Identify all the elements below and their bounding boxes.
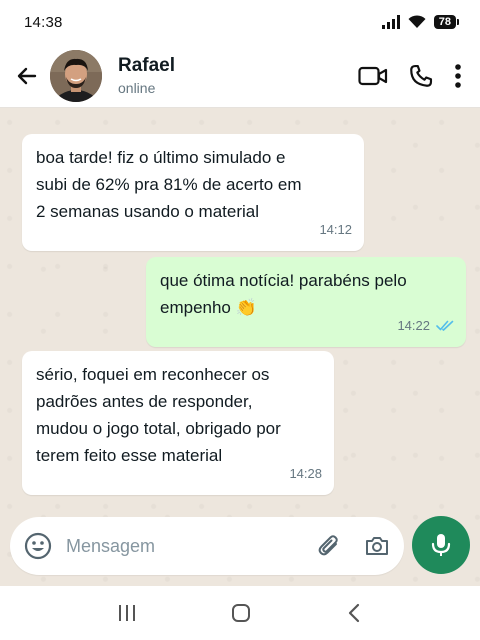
- message-time: 14:12: [319, 222, 352, 237]
- voice-message-button[interactable]: [412, 516, 470, 574]
- message-bubble-incoming[interactable]: sério, foquei em reconhecer os padrões a…: [22, 351, 334, 495]
- chat-header: Rafael online: [0, 44, 480, 108]
- home-button[interactable]: [230, 602, 252, 624]
- contact-info[interactable]: Rafael online: [118, 55, 175, 96]
- wifi-icon: [408, 15, 426, 28]
- recent-apps-icon: [119, 605, 135, 621]
- message-time: 14:22: [397, 318, 430, 333]
- chevron-left-icon: [348, 603, 360, 623]
- message-meta: 14:28: [289, 460, 322, 487]
- message-text: boa tarde! fiz o último simulado e subi …: [36, 148, 302, 221]
- camera-icon: [366, 537, 388, 555]
- back-button[interactable]: [4, 44, 50, 108]
- avatar[interactable]: [50, 49, 102, 102]
- emoji-icon: [24, 532, 52, 560]
- chat-area[interactable]: boa tarde! fiz o último simulado e subi …: [0, 108, 480, 586]
- message-meta: 14:12: [319, 216, 352, 243]
- status-time: 14:38: [24, 13, 63, 31]
- emoji-button[interactable]: [24, 532, 52, 560]
- message-bubble-incoming[interactable]: boa tarde! fiz o último simulado e subi …: [22, 134, 364, 251]
- message-meta: 14:22: [397, 312, 454, 339]
- signal-icon: [381, 15, 400, 29]
- camera-button[interactable]: [364, 534, 390, 558]
- status-icons: 78: [381, 15, 460, 29]
- contact-name: Rafael: [118, 55, 176, 76]
- recent-apps-button[interactable]: [116, 603, 138, 623]
- message-input[interactable]: [66, 535, 316, 557]
- system-navigation-bar: [0, 586, 480, 640]
- video-camera-icon: [358, 66, 388, 85]
- battery-icon: 78: [433, 15, 460, 29]
- header-actions: [358, 63, 462, 89]
- avatar-photo: [50, 49, 102, 102]
- home-icon: [232, 604, 250, 622]
- kebab-menu-icon: [455, 63, 461, 88]
- double-check-read-icon: [436, 320, 454, 331]
- message-time: 14:28: [289, 466, 322, 481]
- message-text: sério, foquei em reconhecer os padrões a…: [36, 365, 281, 465]
- voice-call-button[interactable]: [408, 63, 434, 89]
- attach-button[interactable]: [316, 533, 342, 559]
- more-options-button[interactable]: [454, 63, 462, 89]
- message-bubble-outgoing[interactable]: que ótima notícia! parabéns pelo empenho…: [146, 257, 466, 347]
- system-back-button[interactable]: [344, 602, 364, 624]
- status-bar: 14:38 78: [0, 0, 480, 44]
- microphone-icon: [431, 534, 451, 556]
- message-composer: [10, 517, 404, 575]
- phone-icon: [410, 64, 433, 87]
- video-call-button[interactable]: [358, 65, 388, 87]
- paperclip-icon: [318, 535, 338, 556]
- arrow-left-icon: [17, 67, 37, 84]
- contact-status: online: [118, 80, 156, 96]
